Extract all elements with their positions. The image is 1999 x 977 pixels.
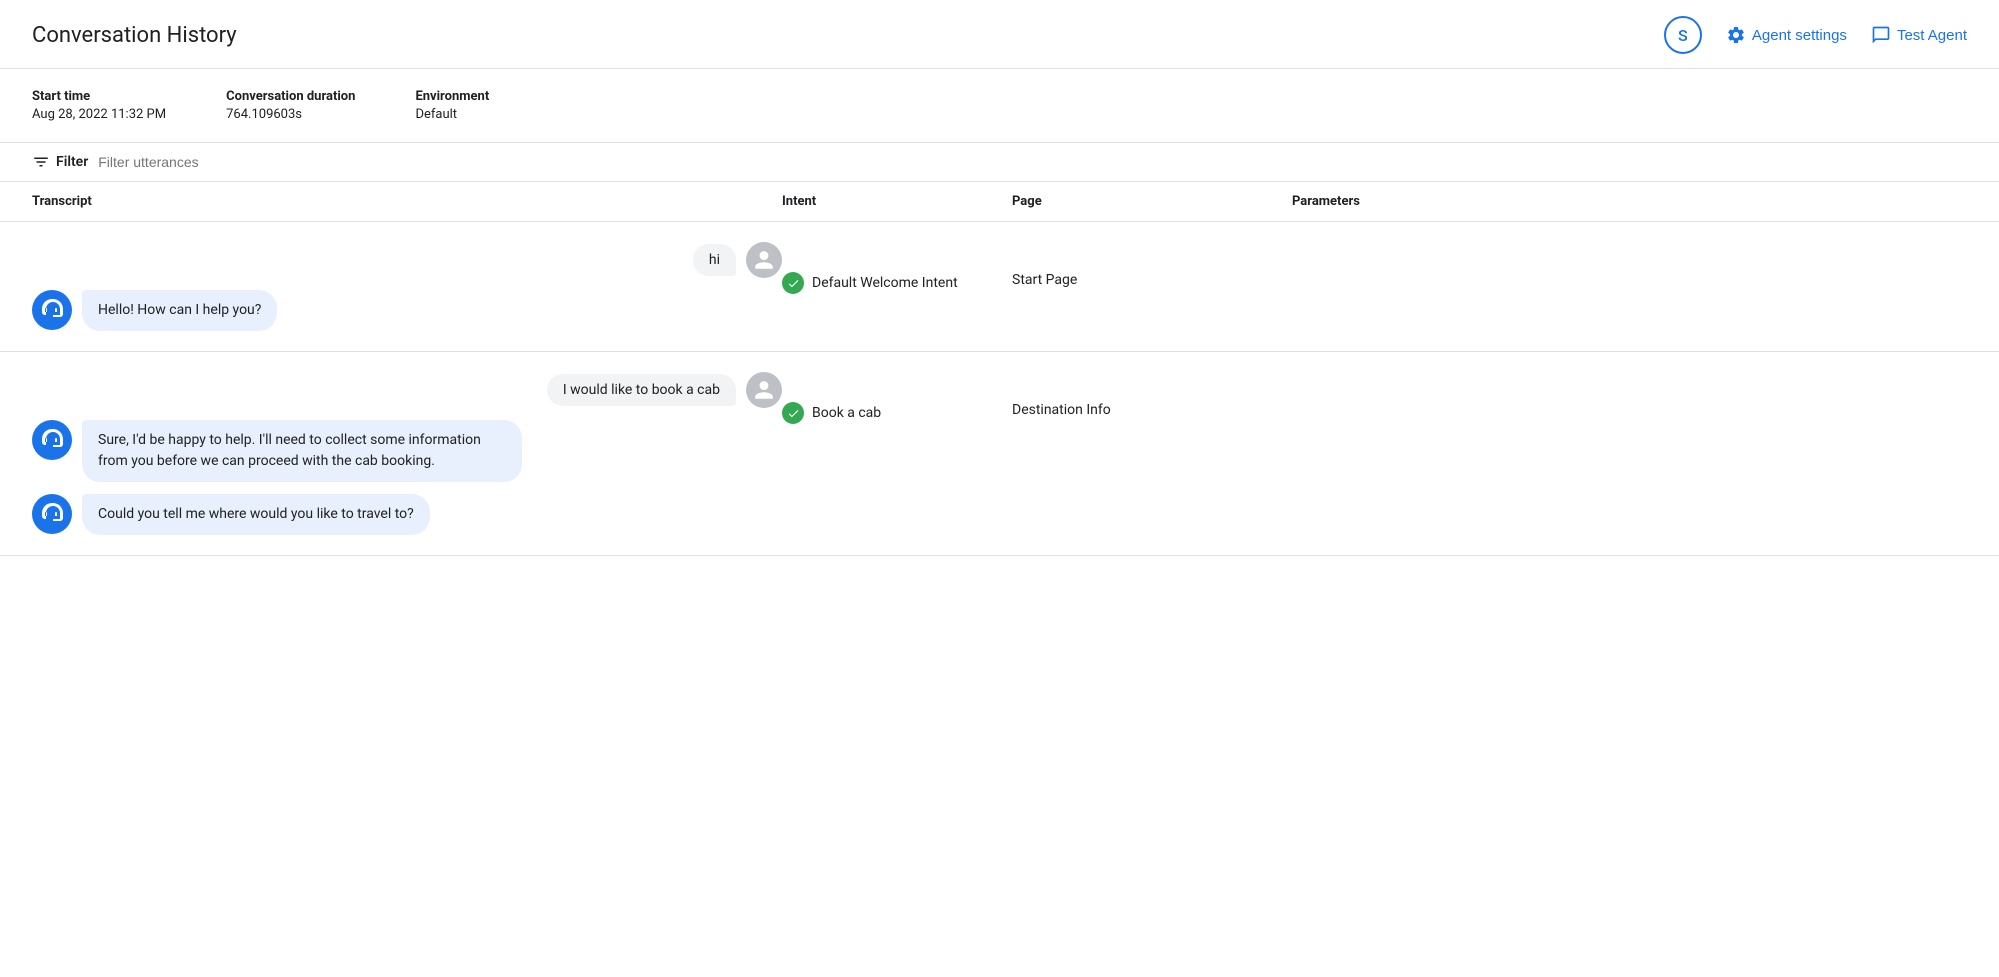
agent-bubble-2a: Sure, I'd be happy to help. I'll need to… xyxy=(82,420,522,482)
agent-bubble-2b: Could you tell me where would you like t… xyxy=(82,494,430,535)
check-icon-1 xyxy=(782,272,804,294)
start-time-value: Aug 28, 2022 11:32 PM xyxy=(32,107,166,122)
agent-avatar-1 xyxy=(32,290,72,330)
person-icon xyxy=(753,379,775,401)
page-text-2: Destination Info xyxy=(1012,402,1111,418)
user-bubble-1: hi xyxy=(693,244,736,276)
intent-text-2: Book a cab xyxy=(812,405,881,421)
page-col-2: Destination Info xyxy=(1012,372,1292,418)
col-intent: Intent xyxy=(782,194,1012,209)
gear-icon xyxy=(1726,25,1746,45)
user-message-row-1: hi xyxy=(32,242,782,278)
agent-settings-label: Agent settings xyxy=(1752,27,1847,44)
headset-icon xyxy=(40,428,64,452)
table-header: Transcript Intent Page Parameters xyxy=(0,182,1999,222)
duration-label: Conversation duration xyxy=(226,89,355,104)
test-agent-button[interactable]: Test Agent xyxy=(1871,25,1967,45)
filter-bar: Filter xyxy=(0,142,1999,182)
user-avatar-2 xyxy=(746,372,782,408)
agent-bubble-1: Hello! How can I help you? xyxy=(82,290,277,331)
duration-value: 764.109603s xyxy=(226,107,302,122)
environment-item: Environment Default xyxy=(415,89,489,122)
conversation-row-2: I would like to book a cab Sure, I'd be … xyxy=(0,352,1999,556)
chat-icon xyxy=(1871,25,1891,45)
meta-bar: Start time Aug 28, 2022 11:32 PM Convers… xyxy=(0,69,1999,142)
agent-message-row-2b: Could you tell me where would you like t… xyxy=(32,494,782,535)
start-time-item: Start time Aug 28, 2022 11:32 PM xyxy=(32,89,166,122)
test-agent-label: Test Agent xyxy=(1897,27,1967,44)
intent-badge-1: Default Welcome Intent xyxy=(782,272,958,294)
environment-label: Environment xyxy=(415,89,489,104)
check-icon-2 xyxy=(782,402,804,424)
intent-col-1: Default Welcome Intent xyxy=(782,242,1012,294)
header-actions: S Agent settings Test Agent xyxy=(1664,16,1967,54)
person-icon xyxy=(753,249,775,271)
headset-icon xyxy=(40,502,64,526)
headset-icon xyxy=(40,298,64,322)
user-avatar-1 xyxy=(746,242,782,278)
duration-item: Conversation duration 764.109603s xyxy=(226,89,355,122)
filter-input[interactable] xyxy=(98,154,1967,170)
transcript-col-1: hi Hello! How can I help you? xyxy=(32,242,782,331)
filter-label: Filter xyxy=(56,154,88,170)
agent-settings-button[interactable]: Agent settings xyxy=(1726,25,1847,45)
params-col-1 xyxy=(1292,242,1967,272)
col-page: Page xyxy=(1012,194,1292,209)
checkmark-icon xyxy=(787,277,800,290)
filter-icon-label: Filter xyxy=(32,153,88,171)
page-col-1: Start Page xyxy=(1012,242,1292,288)
agent-avatar-2a xyxy=(32,420,72,460)
checkmark-icon xyxy=(787,407,800,420)
agent-message-row-2a: Sure, I'd be happy to help. I'll need to… xyxy=(32,420,782,482)
start-time-label: Start time xyxy=(32,89,166,104)
intent-text-1: Default Welcome Intent xyxy=(812,275,958,291)
agent-message-row-1: Hello! How can I help you? xyxy=(32,290,782,331)
avatar[interactable]: S xyxy=(1664,16,1702,54)
page-text-1: Start Page xyxy=(1012,272,1077,288)
page-title: Conversation History xyxy=(32,23,237,48)
params-col-2 xyxy=(1292,372,1967,402)
page-header: Conversation History S Agent settings Te… xyxy=(0,0,1999,69)
user-message-row-2: I would like to book a cab xyxy=(32,372,782,408)
user-bubble-2: I would like to book a cab xyxy=(547,374,736,406)
filter-icon xyxy=(32,153,50,171)
col-transcript: Transcript xyxy=(32,194,782,209)
col-parameters: Parameters xyxy=(1292,194,1967,209)
intent-col-2: Book a cab xyxy=(782,372,1012,424)
transcript-col-2: I would like to book a cab Sure, I'd be … xyxy=(32,372,782,535)
conversation-row: hi Hello! How can I help you? xyxy=(0,222,1999,352)
environment-value: Default xyxy=(415,107,457,122)
intent-badge-2: Book a cab xyxy=(782,402,881,424)
agent-avatar-2b xyxy=(32,494,72,534)
